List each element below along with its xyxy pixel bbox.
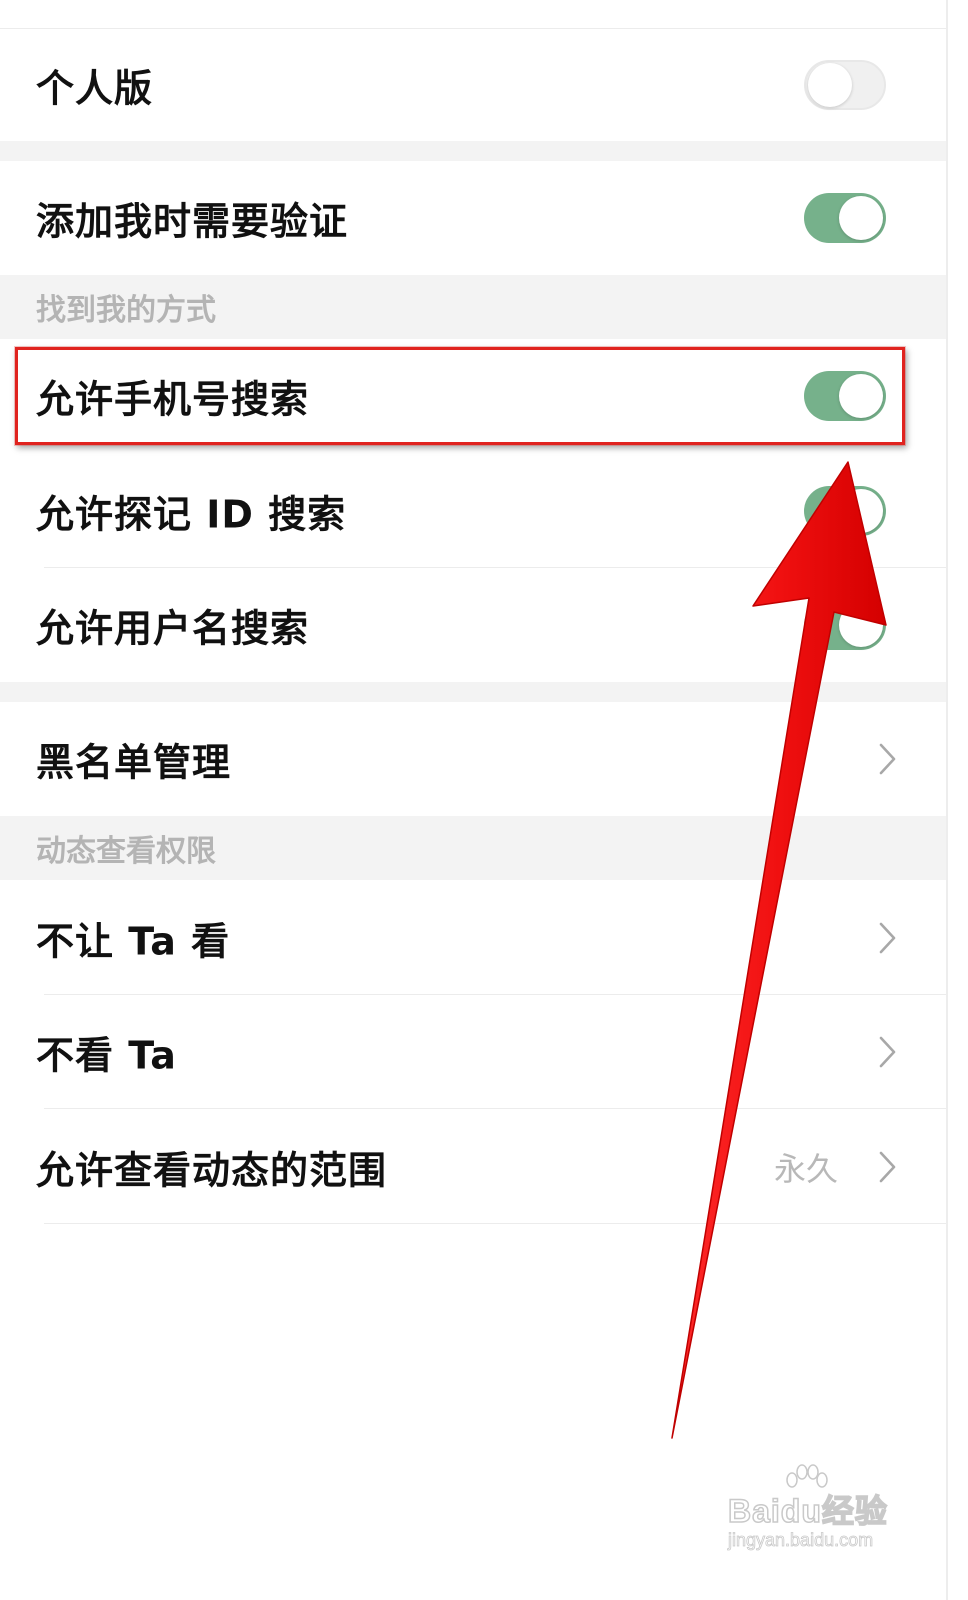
watermark-url: jingyan.baidu.com [728, 1530, 874, 1551]
toggle-knob [839, 374, 883, 418]
moments-section-header: 动态查看权限 [0, 816, 950, 880]
allow-phone-search-label: 允许手机号搜索 [36, 377, 310, 422]
row-allow-id-search: 允许探记 ID 搜索 [0, 453, 950, 568]
section-gap [0, 141, 950, 161]
toggle-knob [808, 63, 852, 107]
hide-from-label: 不让 Ta 看 [36, 919, 231, 963]
dont-see-label: 不看 Ta [36, 1033, 177, 1078]
baidu-jingyan-watermark: Baidu经验 jingyan.baidu.com [724, 1464, 914, 1564]
section-gap [0, 682, 950, 702]
row-dont-see[interactable]: 不看 Ta [0, 995, 950, 1109]
chevron-right-icon [879, 1151, 896, 1182]
verify-on-add-toggle[interactable] [804, 193, 886, 243]
row-hide-from[interactable]: 不让 Ta 看 [0, 880, 950, 995]
allow-username-search-label: 允许用户名搜索 [36, 606, 310, 651]
verify-on-add-label: 添加我时需要验证 [36, 199, 349, 244]
moments-range-label: 允许查看动态的范围 [36, 1148, 388, 1192]
row-personal-edition: 个人版 [0, 29, 950, 141]
watermark-logo: Baidu经验 [727, 1492, 888, 1530]
chevron-right-icon [879, 1036, 896, 1068]
toggle-knob [839, 603, 883, 647]
chevron-right-icon [879, 743, 896, 775]
toggle-knob [839, 196, 883, 240]
toggle-knob [839, 488, 883, 533]
moments-section-title: 动态查看权限 [36, 834, 216, 869]
personal-edition-toggle[interactable] [804, 60, 886, 110]
row-verify-on-add: 添加我时需要验证 [0, 161, 950, 275]
allow-id-search-toggle[interactable] [804, 485, 886, 536]
moments-range-value: 永久 [773, 1149, 838, 1188]
row-allow-phone-search: 允许手机号搜索 [0, 339, 950, 453]
allow-phone-search-toggle[interactable] [804, 371, 886, 421]
allow-id-search-label: 允许探记 ID 搜索 [36, 492, 347, 536]
right-edge [946, 0, 968, 1600]
personal-edition-label: 个人版 [36, 66, 154, 111]
chevron-right-icon [879, 922, 896, 953]
privacy-settings-page: 个人版 添加我时需要验证 找到我的方式 允许手机号搜索 允许探记 ID 搜索 允… [0, 0, 950, 1600]
find-me-section-title: 找到我的方式 [36, 293, 216, 328]
find-me-section-header: 找到我的方式 [0, 275, 950, 339]
blacklist-label: 黑名单管理 [36, 740, 232, 785]
row-divider [44, 1223, 950, 1224]
row-allow-username-search: 允许用户名搜索 [0, 568, 950, 682]
row-blacklist[interactable]: 黑名单管理 [0, 702, 950, 816]
row-moments-range[interactable]: 允许查看动态的范围 永久 [0, 1109, 950, 1224]
allow-username-search-toggle[interactable] [804, 600, 886, 650]
